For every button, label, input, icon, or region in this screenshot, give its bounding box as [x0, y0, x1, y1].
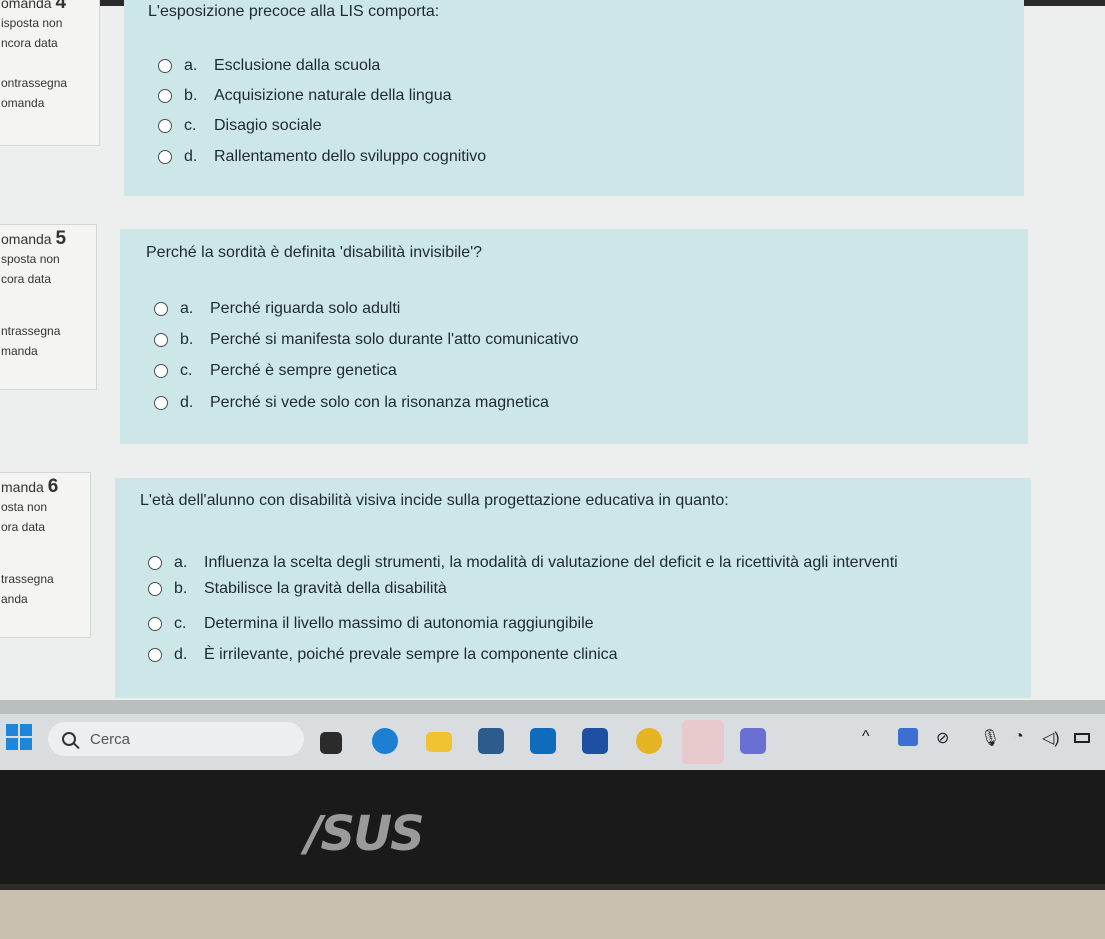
question-4-option-c[interactable]: c. Disagio sociale	[158, 117, 322, 135]
question-4-info: omanda 4 isposta non ncora data ontrasse…	[0, 0, 100, 146]
question-6-text: L'età dell'alunno con disabilità visiva …	[140, 492, 729, 509]
radio-button[interactable]	[148, 582, 162, 596]
question-5-text: Perché la sordità è definita 'disabilità…	[146, 244, 483, 261]
teams-icon[interactable]	[682, 720, 724, 764]
flag-question-link[interactable]: ntrassegna	[1, 321, 96, 341]
question-5-option-d[interactable]: d. Perché si vede solo con la risonanza m…	[154, 394, 549, 412]
question-6-option-c[interactable]: c. Determina il livello massimo di autono…	[148, 615, 594, 633]
battery-icon[interactable]	[1074, 733, 1090, 743]
volume-icon[interactable]: ◁)	[1042, 728, 1060, 748]
question-5-option-b[interactable]: b. Perché si manifesta solo durante l'att…	[154, 331, 579, 349]
question-status: sposta non	[1, 252, 60, 266]
radio-button[interactable]	[148, 648, 162, 662]
chrome-icon[interactable]	[636, 728, 662, 754]
radio-button[interactable]	[154, 302, 168, 316]
question-status-2: ncora data	[1, 36, 58, 50]
file-explorer-icon[interactable]	[426, 732, 452, 752]
question-number-label: manda	[1, 479, 44, 495]
question-6-option-d[interactable]: d. È irrilevante, poiché prevale sempre l…	[148, 646, 618, 664]
outlook-icon[interactable]	[530, 728, 556, 754]
radio-button[interactable]	[148, 617, 162, 631]
radio-button[interactable]	[158, 59, 172, 73]
flag-question-link-2[interactable]: manda	[1, 341, 96, 361]
store-icon[interactable]	[478, 728, 504, 754]
radio-button[interactable]	[158, 150, 172, 164]
question-4-option-b[interactable]: b. Acquisizione naturale della lingua	[158, 87, 452, 105]
wifi-icon[interactable]: ◔	[1014, 728, 1024, 746]
edge-icon[interactable]	[372, 728, 398, 754]
question-6-option-a[interactable]: a. Influenza la scelta degli strumenti, l…	[148, 554, 898, 572]
app-icon[interactable]	[582, 728, 608, 754]
shield-warning-icon[interactable]	[898, 728, 918, 746]
question-5-option-c[interactable]: c. Perché è sempre genetica	[154, 362, 397, 380]
question-number-label: omanda	[1, 0, 52, 11]
radio-button[interactable]	[158, 119, 172, 133]
microphone-icon[interactable]: 🎙︎	[980, 728, 1000, 748]
flag-question-link-2[interactable]: omanda	[1, 93, 99, 113]
question-status-2: cora data	[1, 272, 52, 286]
question-status: isposta non	[1, 16, 63, 30]
taskbar: Cerca ^ ⊘ 🎙︎ ◔ ◁)	[0, 714, 1105, 770]
radio-button[interactable]	[154, 364, 168, 378]
teams-work-icon[interactable]	[740, 728, 766, 754]
question-status: osta non	[1, 500, 48, 514]
desk-surface	[0, 890, 1105, 939]
radio-button[interactable]	[158, 89, 172, 103]
browser-screen: omanda 4 isposta non ncora data ontrasse…	[0, 0, 1105, 770]
radio-button[interactable]	[148, 556, 162, 570]
question-4-option-d[interactable]: d. Rallentamento dello sviluppo cognitivo	[158, 148, 486, 166]
notifications-off-icon[interactable]: ⊘	[936, 728, 949, 748]
question-6-option-b[interactable]: b. Stabilisce la gravità della disabilità	[148, 580, 447, 598]
taskview-icon[interactable]	[320, 732, 342, 754]
question-5-option-a[interactable]: a. Perché riguarda solo adulti	[154, 300, 400, 318]
question-4-text: L'esposizione precoce alla LIS comporta:	[148, 3, 440, 20]
question-number: 4	[55, 0, 67, 13]
question-6-info: manda 6 osta non ora data trassegna anda	[0, 472, 91, 638]
laptop-bezel	[0, 770, 1105, 890]
search-placeholder: Cerca	[90, 730, 131, 748]
question-status-2: ora data	[1, 520, 46, 534]
taskbar-search[interactable]: Cerca	[48, 722, 304, 756]
start-icon[interactable]	[6, 724, 32, 750]
asus-logo: /SUS	[305, 806, 425, 862]
question-4-option-a[interactable]: a. Esclusione dalla scuola	[158, 57, 380, 75]
search-icon	[62, 732, 76, 746]
flag-question-link[interactable]: ontrassegna	[1, 73, 99, 93]
question-number: 6	[47, 476, 59, 497]
question-number-label: omanda	[1, 231, 52, 247]
flag-question-link[interactable]: trassegna	[1, 569, 90, 589]
page-bottom-edge	[0, 700, 1105, 714]
radio-button[interactable]	[154, 396, 168, 410]
question-number: 5	[55, 228, 67, 249]
chevron-up-icon[interactable]: ^	[862, 728, 870, 746]
radio-button[interactable]	[154, 333, 168, 347]
flag-question-link-2[interactable]: anda	[1, 589, 90, 609]
question-5-info: omanda 5 sposta non cora data ntrassegna…	[0, 224, 97, 390]
